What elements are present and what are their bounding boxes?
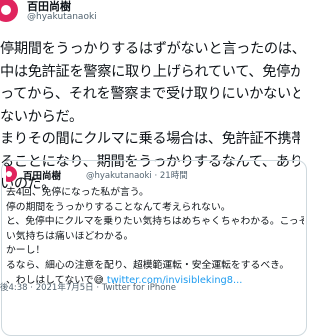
tweet-line: 停期間をうっかりするはずがないと言ったのは、免 (0, 41, 300, 57)
quoted-author-meta: @hyakutanaoki · 21時間 (86, 170, 188, 181)
avatar[interactable] (0, 0, 26, 22)
quoted-line: い気持ちは痛いほどわかる。 (6, 230, 134, 242)
tweet-line: ないからだ。 (0, 108, 83, 125)
quoted-line: と、免停中にクルマを乗りたい気持ちはめちゃくちゃわかる。こっそりと乗 (6, 216, 304, 228)
quoted-text: 去4回、免停になった私が言う。 停の期間をうっかりすることなんて考えられない。 … (6, 186, 304, 288)
quoted-line: 停の期間をうっかりすることなんて考えられない。 (6, 201, 231, 213)
quoted-author-name: 百田尚樹 (23, 171, 62, 182)
quoted-line: 去4回、免停になった私が言う。 (6, 187, 149, 198)
author-handle[interactable]: @hyakutanaoki (27, 12, 97, 23)
quoted-line: るなら、細心の注意を配り、超模範運転・安全運転をするべき。 (6, 259, 290, 271)
tweet-header: 百田尚樹 @hyakutanaoki (0, 0, 300, 24)
quoted-line: かーし！ (6, 245, 46, 257)
tweet-timestamp[interactable]: 後4:38 · 2021年7月5日 · Twitter for iPhone (0, 281, 176, 293)
tweet-line: まりその間にクルマに乗る場合は、免許証不携帯で (0, 131, 300, 147)
quoted-tweet[interactable]: 百田尚樹 @hyakutanaoki · 21時間 去4回、免停になった私が言う… (1, 160, 307, 336)
quoted-avatar (6, 166, 22, 182)
tweet-line: ってから、それを警察まで受け取りにいかないとい (0, 86, 300, 102)
tweet-line: 中は免許証を警察に取り上げられていて、免停が終 (0, 63, 300, 80)
